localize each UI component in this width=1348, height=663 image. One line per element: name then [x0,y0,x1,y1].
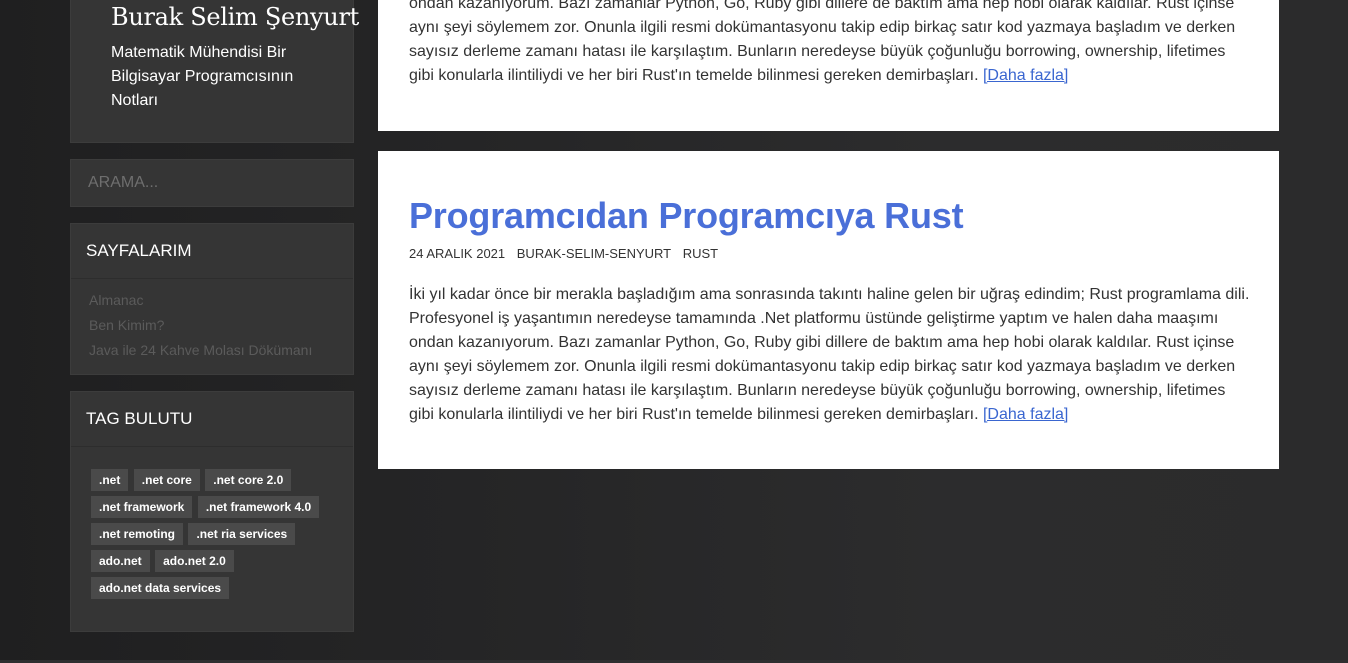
post-excerpt: İki yıl kadar önce bir merakla başladığı… [409,283,1254,427]
tag-cloud-title: TAG BULUTU [71,392,353,447]
tag-link[interactable]: .net ria services [188,523,296,545]
site-header: Burak Selim Şenyurt Matematik Mühendisi … [70,0,359,143]
tag-link[interactable]: ado.net [91,550,150,572]
post-excerpt: ondan kazanıyorum. Bazı zamanlar Python,… [409,0,1254,88]
tag-cloud-widget: TAG BULUTU .net .net core .net core 2.0 … [70,391,354,632]
read-more-link[interactable]: [Daha fazla] [983,406,1068,423]
post-card-rust: Programcıdan Programcıya Rust 24 ARALIK … [378,151,1279,469]
post-meta: 24 ARALIK 2021 BURAK-SELIM-SENYURT RUST [409,246,726,261]
read-more-link[interactable]: [Daha fazla] [983,67,1068,84]
tag-link[interactable]: .net core 2.0 [205,469,292,491]
tag-link[interactable]: .net remoting [91,523,184,545]
tag-link[interactable]: .net [91,469,129,491]
tag-link[interactable]: ado.net data services [91,577,230,599]
tag-cloud: .net .net core .net core 2.0 .net framew… [71,447,341,604]
tag-link[interactable]: .net framework [91,496,193,518]
post-excerpt-text: ondan kazanıyorum. Bazı zamanlar Python,… [409,0,1236,84]
page-link-almanac[interactable]: Almanac [89,288,353,313]
search-input[interactable] [71,160,353,206]
tag-link[interactable]: ado.net 2.0 [155,550,234,572]
page-link-java-24-kahve[interactable]: Java ile 24 Kahve Molası Dökümanı [89,338,353,363]
tag-link[interactable]: .net framework 4.0 [197,496,320,518]
page-links-list: Almanac Ben Kimim? Java ile 24 Kahve Mol… [71,279,353,363]
search-widget [70,159,354,207]
post-category[interactable]: RUST [683,246,718,261]
site-description: Matematik Mühendisi Bir Bilgisayar Progr… [111,44,294,109]
post-excerpt-text: İki yıl kadar önce bir merakla başladığı… [409,286,1250,423]
pages-widget-title: SAYFALARIM [71,224,353,279]
pages-widget: SAYFALARIM Almanac Ben Kimim? Java ile 2… [70,223,354,375]
site-title[interactable]: Burak Selim Şenyurt [111,3,359,31]
post-card-previous: ondan kazanıyorum. Bazı zamanlar Python,… [378,0,1279,131]
page-link-ben-kimim[interactable]: Ben Kimim? [89,313,353,338]
post-date[interactable]: 24 ARALIK 2021 [409,246,505,261]
post-author[interactable]: BURAK-SELIM-SENYURT [517,246,671,261]
post-title[interactable]: Programcıdan Programcıya Rust [409,195,964,237]
tag-link[interactable]: .net core [133,469,200,491]
